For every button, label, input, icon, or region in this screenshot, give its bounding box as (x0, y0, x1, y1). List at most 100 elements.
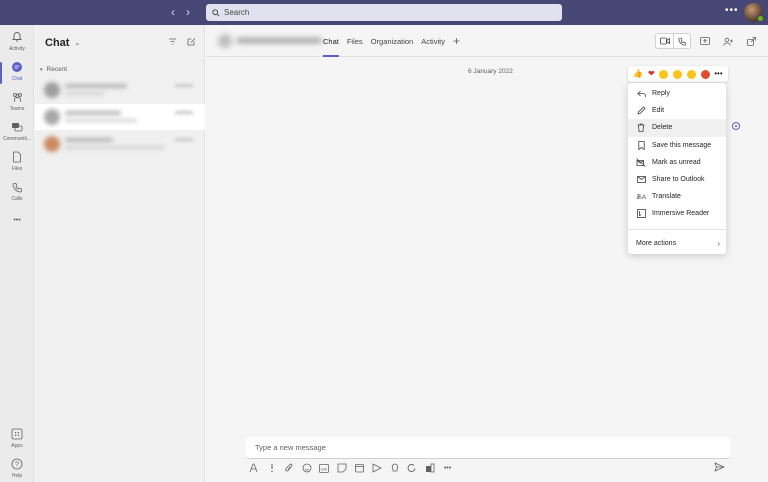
menu-item-mark-unread[interactable]: Mark as unread (628, 154, 726, 171)
like-reaction-icon[interactable]: 👍 (633, 69, 643, 79)
pop-out-button[interactable] (742, 33, 760, 49)
reply-icon (636, 89, 646, 99)
redacted-preview (65, 92, 105, 95)
menu-divider (628, 228, 726, 230)
call-button-group (655, 33, 691, 49)
menu-item-translate[interactable]: あA Translate (628, 188, 726, 205)
send-button[interactable] (714, 462, 725, 474)
rail-item-calls[interactable]: Calls (0, 180, 34, 208)
stream-icon[interactable] (372, 463, 383, 473)
svg-text:GIF: GIF (321, 466, 328, 471)
chevron-down-icon: ⌄ (74, 40, 81, 47)
settings-more-button[interactable]: ••• (725, 5, 739, 16)
more-compose-options-icon[interactable]: ••• (443, 463, 453, 473)
share-screen-button[interactable] (696, 33, 714, 49)
menu-item-share-outlook[interactable]: Share to Outlook (628, 171, 726, 188)
presence-indicator (757, 15, 764, 22)
tab-chat[interactable]: Chat (323, 25, 339, 57)
add-tab-button[interactable]: + (453, 34, 460, 48)
recent-label: Recent (46, 66, 68, 73)
heart-reaction-icon[interactable]: ❤ (648, 69, 655, 79)
loop-icon[interactable] (407, 463, 417, 473)
praise-icon[interactable] (390, 463, 400, 473)
more-options-button[interactable]: ••• (714, 69, 722, 79)
rail-label: Apps (11, 443, 23, 449)
back-button[interactable]: ‹ (171, 5, 175, 19)
attach-icon[interactable] (284, 463, 294, 473)
apps-icon (10, 427, 24, 441)
tab-files[interactable]: Files (347, 25, 363, 57)
message-context-menu: Reply Edit Delete Save this message Mark… (628, 83, 726, 254)
search-icon (212, 8, 220, 17)
schedule-meeting-icon[interactable] (354, 463, 365, 473)
chat-icon (10, 60, 24, 74)
rail-item-communities[interactable]: Communiti... (0, 120, 34, 148)
bookmark-icon (636, 140, 646, 150)
menu-item-label: Share to Outlook (652, 176, 705, 184)
avatar (44, 82, 60, 98)
add-people-button[interactable] (719, 33, 737, 49)
rail-item-help[interactable]: ? Help (0, 457, 34, 482)
emoji-icon[interactable] (302, 463, 312, 473)
chat-list-title[interactable]: Chat ⌄ (45, 37, 80, 49)
conversation-item-selected[interactable] (35, 104, 205, 130)
angry-reaction-icon[interactable] (700, 69, 710, 79)
rail-item-chat[interactable]: Chat (0, 60, 34, 88)
forward-button[interactable]: › (186, 5, 190, 19)
tab-activity[interactable]: Activity (421, 25, 445, 57)
menu-item-reply[interactable]: Reply (628, 85, 726, 102)
phone-icon (10, 180, 24, 194)
menu-item-edit[interactable]: Edit (628, 102, 726, 119)
menu-item-label: Save this message (652, 141, 712, 149)
format-icon[interactable] (249, 463, 259, 473)
video-call-button[interactable] (656, 34, 673, 48)
redacted-contact-name (218, 34, 322, 48)
sticker-icon[interactable] (337, 463, 347, 473)
pop-out-icon (746, 36, 756, 46)
rail-label: Teams (9, 106, 25, 112)
read-receipt-icon (732, 122, 740, 130)
menu-item-delete[interactable]: Delete (628, 119, 726, 137)
chat-title-text: Chat (45, 37, 70, 49)
rail-item-apps[interactable]: Apps (0, 427, 34, 455)
share-screen-icon (700, 36, 710, 45)
redacted-name (65, 111, 121, 115)
laugh-reaction-icon[interactable] (659, 69, 669, 79)
date-label: 6 January 2022 (468, 68, 513, 75)
rail-item-activity[interactable]: Activity (0, 30, 34, 58)
search-input[interactable]: Search (206, 4, 562, 21)
mail-icon (636, 175, 646, 185)
compose-placeholder: Type a new message (255, 443, 326, 452)
conversation-item[interactable] (35, 77, 205, 103)
new-chat-icon[interactable] (187, 37, 196, 48)
conversation-pane: Chat Files Organization Activity + 6 Jan… (206, 25, 768, 482)
filter-icon[interactable] (168, 37, 177, 48)
menu-item-label: Delete (652, 124, 673, 132)
rail-item-files[interactable]: Files (0, 150, 34, 178)
bell-icon (10, 30, 24, 44)
tab-organization[interactable]: Organization (371, 25, 414, 57)
conversation-item[interactable] (35, 131, 205, 157)
menu-item-save[interactable]: Save this message (628, 137, 726, 154)
rail-item-more-apps[interactable]: ••• (0, 213, 34, 241)
rail-item-teams[interactable]: Teams (0, 90, 34, 118)
app-icon[interactable] (425, 463, 435, 473)
compose-toolbar: GIF ••• (249, 462, 453, 474)
rail-label: Help (11, 473, 23, 479)
redacted-time (175, 138, 193, 141)
compose-box[interactable]: Type a new message (246, 437, 730, 459)
rail-label: Activity (9, 46, 25, 52)
teams-icon (10, 90, 24, 104)
recent-section-header[interactable]: ▾ Recent (40, 66, 67, 73)
trash-icon (636, 123, 646, 133)
sad-reaction-icon[interactable] (686, 69, 696, 79)
audio-call-button[interactable] (673, 34, 690, 48)
important-icon[interactable] (267, 463, 277, 473)
menu-item-immersive-reader[interactable]: Immersive Reader (628, 205, 726, 222)
surprised-reaction-icon[interactable] (673, 69, 683, 79)
menu-item-label: Reply (652, 90, 670, 98)
redacted-time (175, 111, 193, 114)
menu-item-more-actions[interactable]: More actions › (628, 235, 726, 252)
reaction-bar: 👍 ❤ ••• (628, 66, 728, 82)
gif-icon[interactable]: GIF (319, 463, 330, 473)
